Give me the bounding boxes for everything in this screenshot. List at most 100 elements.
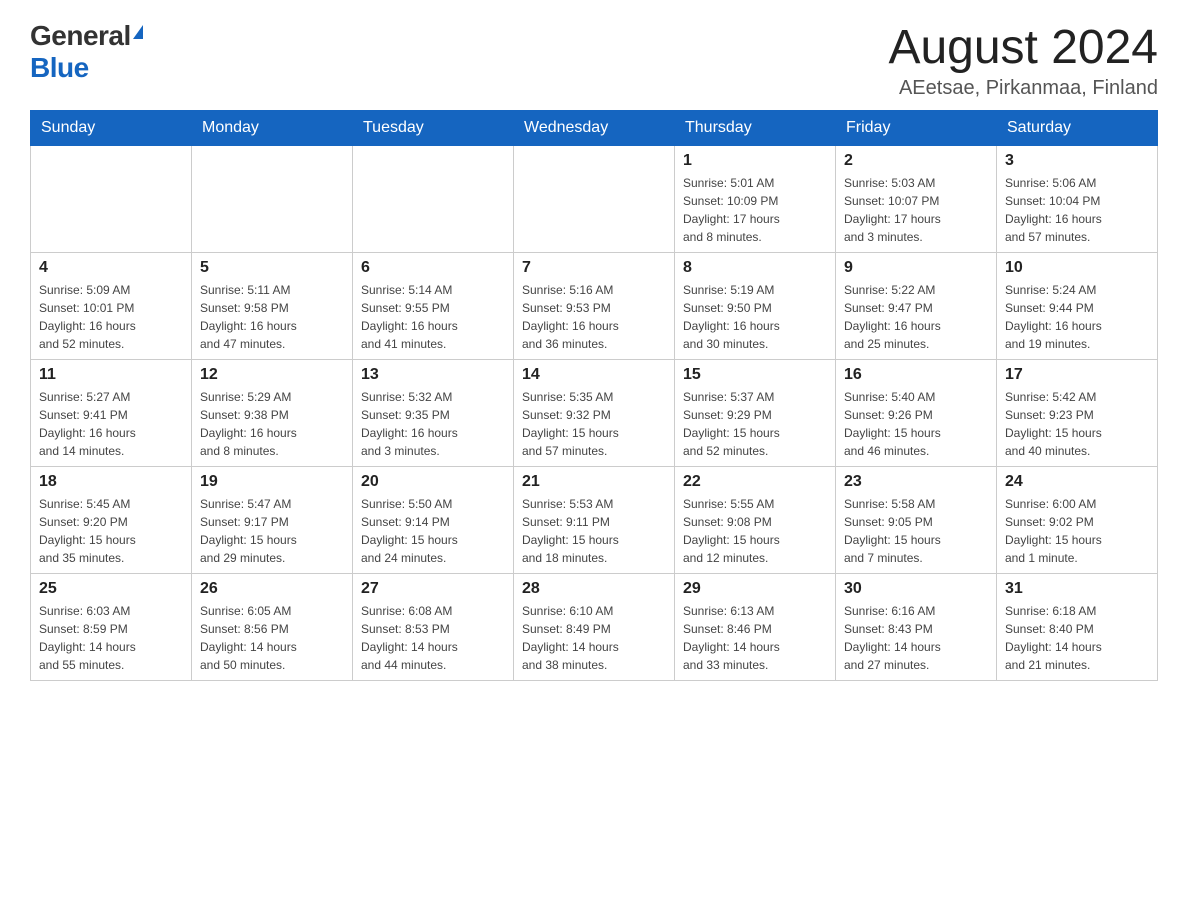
day-info: Sunrise: 5:35 AM Sunset: 9:32 PM Dayligh… bbox=[522, 388, 666, 460]
calendar-header-saturday: Saturday bbox=[997, 111, 1158, 146]
day-info: Sunrise: 5:42 AM Sunset: 9:23 PM Dayligh… bbox=[1005, 388, 1149, 460]
calendar-cell: 16 Sunrise: 5:40 AM Sunset: 9:26 PM Dayli… bbox=[836, 360, 997, 467]
calendar-cell: 1Sunrise: 5:01 AM Sunset: 10:09 PM Dayli… bbox=[675, 146, 836, 253]
day-info: Sunrise: 5:11 AM Sunset: 9:58 PM Dayligh… bbox=[200, 281, 344, 353]
day-info: Sunrise: 5:37 AM Sunset: 9:29 PM Dayligh… bbox=[683, 388, 827, 460]
calendar-cell: 29 Sunrise: 6:13 AM Sunset: 8:46 PM Dayli… bbox=[675, 574, 836, 681]
day-info: Sunrise: 5:40 AM Sunset: 9:26 PM Dayligh… bbox=[844, 388, 988, 460]
calendar-cell: 18 Sunrise: 5:45 AM Sunset: 9:20 PM Dayli… bbox=[31, 467, 192, 574]
day-number: 9 bbox=[844, 259, 988, 277]
calendar-header-sunday: Sunday bbox=[31, 111, 192, 146]
logo-blue: Blue bbox=[30, 52, 89, 84]
day-number: 8 bbox=[683, 259, 827, 277]
day-info: Sunrise: 5:47 AM Sunset: 9:17 PM Dayligh… bbox=[200, 495, 344, 567]
page-header: General Blue August 2024 AEetsae, Pirkan… bbox=[30, 20, 1158, 100]
day-number: 30 bbox=[844, 580, 988, 598]
calendar-cell: 6 Sunrise: 5:14 AM Sunset: 9:55 PM Daylig… bbox=[353, 253, 514, 360]
calendar-week-1: 1Sunrise: 5:01 AM Sunset: 10:09 PM Dayli… bbox=[31, 146, 1158, 253]
calendar-header-thursday: Thursday bbox=[675, 111, 836, 146]
calendar-cell: 21 Sunrise: 5:53 AM Sunset: 9:11 PM Dayli… bbox=[514, 467, 675, 574]
calendar-week-5: 25 Sunrise: 6:03 AM Sunset: 8:59 PM Dayli… bbox=[31, 574, 1158, 681]
day-number: 29 bbox=[683, 580, 827, 598]
day-info: Sunrise: 5:29 AM Sunset: 9:38 PM Dayligh… bbox=[200, 388, 344, 460]
calendar-header-friday: Friday bbox=[836, 111, 997, 146]
day-number: 5 bbox=[200, 259, 344, 277]
calendar-cell: 7Sunrise: 5:16 AM Sunset: 9:53 PM Daylig… bbox=[514, 253, 675, 360]
calendar-week-2: 4Sunrise: 5:09 AM Sunset: 10:01 PM Dayli… bbox=[31, 253, 1158, 360]
day-info: Sunrise: 6:08 AM Sunset: 8:53 PM Dayligh… bbox=[361, 602, 505, 674]
calendar-cell: 22 Sunrise: 5:55 AM Sunset: 9:08 PM Dayli… bbox=[675, 467, 836, 574]
calendar-cell: 9 Sunrise: 5:22 AM Sunset: 9:47 PM Daylig… bbox=[836, 253, 997, 360]
day-number: 23 bbox=[844, 473, 988, 491]
day-info: Sunrise: 6:13 AM Sunset: 8:46 PM Dayligh… bbox=[683, 602, 827, 674]
calendar-cell: 25 Sunrise: 6:03 AM Sunset: 8:59 PM Dayli… bbox=[31, 574, 192, 681]
day-number: 10 bbox=[1005, 259, 1149, 277]
calendar-cell: 23 Sunrise: 5:58 AM Sunset: 9:05 PM Dayli… bbox=[836, 467, 997, 574]
day-info: Sunrise: 5:55 AM Sunset: 9:08 PM Dayligh… bbox=[683, 495, 827, 567]
day-number: 11 bbox=[39, 366, 183, 384]
day-number: 13 bbox=[361, 366, 505, 384]
day-number: 3 bbox=[1005, 152, 1149, 170]
day-number: 27 bbox=[361, 580, 505, 598]
calendar-cell: 5 Sunrise: 5:11 AM Sunset: 9:58 PM Daylig… bbox=[192, 253, 353, 360]
day-number: 6 bbox=[361, 259, 505, 277]
calendar-cell: 27 Sunrise: 6:08 AM Sunset: 8:53 PM Dayli… bbox=[353, 574, 514, 681]
day-number: 18 bbox=[39, 473, 183, 491]
day-info: Sunrise: 6:10 AM Sunset: 8:49 PM Dayligh… bbox=[522, 602, 666, 674]
day-number: 26 bbox=[200, 580, 344, 598]
day-number: 24 bbox=[1005, 473, 1149, 491]
calendar-cell: 14Sunrise: 5:35 AM Sunset: 9:32 PM Dayli… bbox=[514, 360, 675, 467]
day-number: 7 bbox=[522, 259, 666, 277]
day-number: 15 bbox=[683, 366, 827, 384]
day-number: 22 bbox=[683, 473, 827, 491]
day-info: Sunrise: 6:03 AM Sunset: 8:59 PM Dayligh… bbox=[39, 602, 183, 674]
calendar-cell bbox=[514, 146, 675, 253]
calendar-header-wednesday: Wednesday bbox=[514, 111, 675, 146]
day-info: Sunrise: 6:05 AM Sunset: 8:56 PM Dayligh… bbox=[200, 602, 344, 674]
day-info: Sunrise: 5:45 AM Sunset: 9:20 PM Dayligh… bbox=[39, 495, 183, 567]
day-info: Sunrise: 6:00 AM Sunset: 9:02 PM Dayligh… bbox=[1005, 495, 1149, 567]
calendar-cell: 8 Sunrise: 5:19 AM Sunset: 9:50 PM Daylig… bbox=[675, 253, 836, 360]
calendar-cell: 2 Sunrise: 5:03 AM Sunset: 10:07 PM Dayli… bbox=[836, 146, 997, 253]
calendar-cell: 12 Sunrise: 5:29 AM Sunset: 9:38 PM Dayli… bbox=[192, 360, 353, 467]
day-number: 20 bbox=[361, 473, 505, 491]
location-title: AEetsae, Pirkanmaa, Finland bbox=[888, 77, 1158, 100]
calendar-cell: 30Sunrise: 6:16 AM Sunset: 8:43 PM Dayli… bbox=[836, 574, 997, 681]
calendar-cell: 19 Sunrise: 5:47 AM Sunset: 9:17 PM Dayli… bbox=[192, 467, 353, 574]
calendar-cell bbox=[353, 146, 514, 253]
calendar-week-3: 11 Sunrise: 5:27 AM Sunset: 9:41 PM Dayli… bbox=[31, 360, 1158, 467]
day-number: 31 bbox=[1005, 580, 1149, 598]
calendar-header-tuesday: Tuesday bbox=[353, 111, 514, 146]
calendar-header-row: SundayMondayTuesdayWednesdayThursdayFrid… bbox=[31, 111, 1158, 146]
calendar-cell: 31 Sunrise: 6:18 AM Sunset: 8:40 PM Dayli… bbox=[997, 574, 1158, 681]
day-number: 28 bbox=[522, 580, 666, 598]
day-info: Sunrise: 5:27 AM Sunset: 9:41 PM Dayligh… bbox=[39, 388, 183, 460]
day-number: 12 bbox=[200, 366, 344, 384]
day-info: Sunrise: 5:22 AM Sunset: 9:47 PM Dayligh… bbox=[844, 281, 988, 353]
calendar-cell: 3Sunrise: 5:06 AM Sunset: 10:04 PM Dayli… bbox=[997, 146, 1158, 253]
day-info: Sunrise: 5:14 AM Sunset: 9:55 PM Dayligh… bbox=[361, 281, 505, 353]
calendar-table: SundayMondayTuesdayWednesdayThursdayFrid… bbox=[30, 110, 1158, 681]
day-number: 19 bbox=[200, 473, 344, 491]
day-info: Sunrise: 5:58 AM Sunset: 9:05 PM Dayligh… bbox=[844, 495, 988, 567]
day-info: Sunrise: 5:03 AM Sunset: 10:07 PM Daylig… bbox=[844, 174, 988, 246]
calendar-header-monday: Monday bbox=[192, 111, 353, 146]
calendar-cell: 4Sunrise: 5:09 AM Sunset: 10:01 PM Dayli… bbox=[31, 253, 192, 360]
calendar-week-4: 18 Sunrise: 5:45 AM Sunset: 9:20 PM Dayli… bbox=[31, 467, 1158, 574]
day-number: 21 bbox=[522, 473, 666, 491]
day-info: Sunrise: 5:53 AM Sunset: 9:11 PM Dayligh… bbox=[522, 495, 666, 567]
calendar-cell: 10Sunrise: 5:24 AM Sunset: 9:44 PM Dayli… bbox=[997, 253, 1158, 360]
day-number: 16 bbox=[844, 366, 988, 384]
day-info: Sunrise: 5:19 AM Sunset: 9:50 PM Dayligh… bbox=[683, 281, 827, 353]
calendar-cell: 24 Sunrise: 6:00 AM Sunset: 9:02 PM Dayli… bbox=[997, 467, 1158, 574]
calendar-cell: 26 Sunrise: 6:05 AM Sunset: 8:56 PM Dayli… bbox=[192, 574, 353, 681]
calendar-cell: 13Sunrise: 5:32 AM Sunset: 9:35 PM Dayli… bbox=[353, 360, 514, 467]
logo: General Blue bbox=[30, 20, 143, 84]
day-info: Sunrise: 6:18 AM Sunset: 8:40 PM Dayligh… bbox=[1005, 602, 1149, 674]
day-number: 2 bbox=[844, 152, 988, 170]
calendar-cell bbox=[192, 146, 353, 253]
day-number: 1 bbox=[683, 152, 827, 170]
title-section: August 2024 AEetsae, Pirkanmaa, Finland bbox=[888, 20, 1158, 100]
calendar-cell: 11 Sunrise: 5:27 AM Sunset: 9:41 PM Dayli… bbox=[31, 360, 192, 467]
day-number: 25 bbox=[39, 580, 183, 598]
